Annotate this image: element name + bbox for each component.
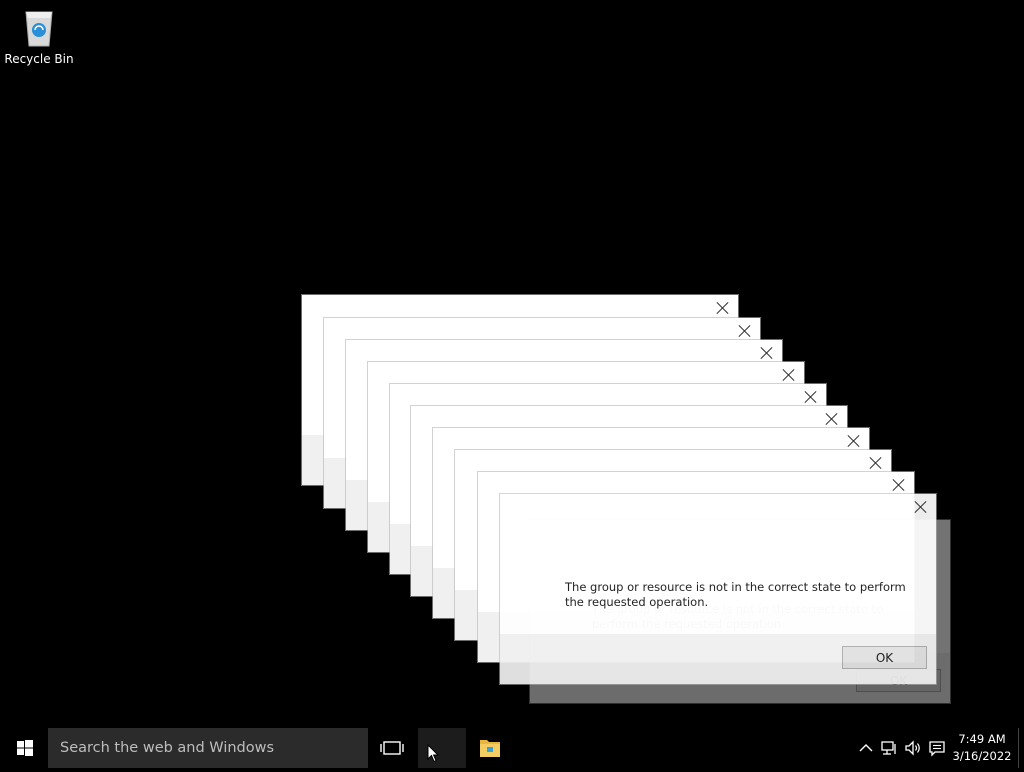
close-icon[interactable]	[892, 478, 906, 492]
close-icon[interactable]	[869, 456, 883, 470]
recycle-bin-shortcut[interactable]: Recycle Bin	[4, 6, 74, 66]
show-desktop-button[interactable]	[1018, 728, 1024, 768]
clock-time: 7:49 AM	[958, 732, 1006, 746]
close-icon[interactable]	[847, 434, 861, 448]
dialog-message: The group or resource is not in the corr…	[565, 580, 906, 609]
clock-date: 3/16/2022	[952, 749, 1012, 763]
system-clock[interactable]: 7:49 AM 3/16/2022	[952, 731, 1012, 765]
speaker-icon[interactable]	[903, 738, 923, 758]
close-icon[interactable]	[782, 368, 796, 382]
task-view-button[interactable]	[372, 728, 412, 768]
chevron-up-icon[interactable]	[856, 738, 876, 758]
close-icon[interactable]	[914, 500, 928, 514]
close-icon[interactable]	[804, 390, 818, 404]
desktop: Recycle Bin The group or resource is not…	[0, 0, 1024, 728]
mouse-cursor-icon	[427, 744, 439, 763]
taskbar-app-active-window[interactable]	[418, 728, 466, 768]
search-input[interactable]: Search the web and Windows	[48, 728, 368, 768]
close-icon[interactable]	[716, 301, 730, 315]
taskbar: Search the web and Windows 7:49 AM 3/16/…	[0, 728, 1024, 768]
recycle-bin-label: Recycle Bin	[4, 52, 74, 66]
start-button[interactable]	[0, 728, 48, 768]
close-icon[interactable]	[738, 324, 752, 338]
taskbar-app-file-explorer[interactable]	[466, 728, 514, 768]
action-center-icon[interactable]	[927, 738, 947, 758]
recycle-bin-icon	[25, 11, 53, 47]
windows-start-icon	[17, 740, 33, 756]
folder-icon	[480, 740, 500, 757]
close-icon[interactable]	[760, 346, 774, 360]
ok-button[interactable]: OK	[842, 646, 927, 669]
front-error-dialog: The group or resource is not in the corr…	[500, 494, 936, 684]
network-icon[interactable]	[879, 738, 899, 758]
close-icon[interactable]	[825, 412, 839, 426]
task-view-icon	[380, 741, 404, 755]
